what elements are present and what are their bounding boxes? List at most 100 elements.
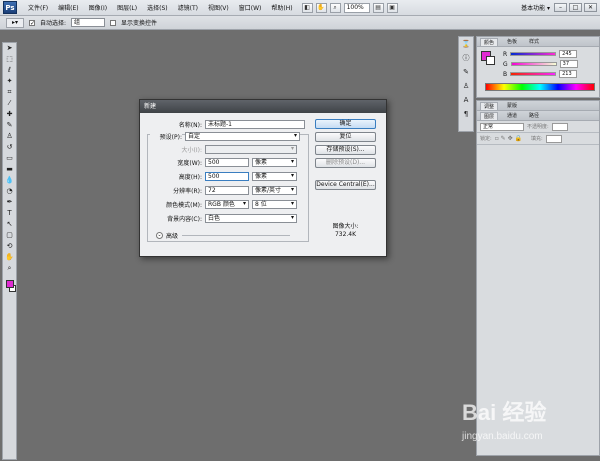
reset-button[interactable]: 复位 <box>315 132 376 142</box>
bit-depth-select[interactable]: 8 位 <box>252 200 297 209</box>
red-label: R <box>503 50 508 58</box>
paragraph-panel-icon[interactable]: ¶ <box>459 107 473 121</box>
menu-layer[interactable]: 图层(L) <box>112 3 142 12</box>
resolution-unit-select[interactable]: 像素/英寸 <box>252 186 297 195</box>
clone-stamp-tool-icon[interactable]: ♙ <box>3 131 16 142</box>
type-tool-icon[interactable]: T <box>3 208 16 219</box>
advanced-row: ⌄ 高级 <box>156 231 291 240</box>
crop-tool-icon[interactable]: ⌗ <box>3 87 16 98</box>
menu-select[interactable]: 选择(S) <box>142 3 173 12</box>
eraser-tool-icon[interactable]: ▭ <box>3 153 16 164</box>
blue-slider[interactable] <box>510 72 557 76</box>
menu-filter[interactable]: 滤镜(T) <box>173 3 203 12</box>
clone-source-panel-icon[interactable]: ♙ <box>459 79 473 93</box>
tab-masks[interactable]: 蒙版 <box>504 102 520 109</box>
brush-tool-icon[interactable]: ✎ <box>3 120 16 131</box>
width-unit-select[interactable]: 像素 <box>252 158 297 167</box>
color-mode-select[interactable]: RGB 颜色 <box>205 200 249 209</box>
green-value[interactable]: 37 <box>559 60 578 68</box>
healing-brush-tool-icon[interactable]: ✚ <box>3 109 16 120</box>
auto-select-dropdown[interactable]: 组 <box>71 18 106 27</box>
background-label: 背景内容(C): <box>167 216 202 223</box>
red-value[interactable]: 245 <box>559 50 578 58</box>
menu-help[interactable]: 帮助(H) <box>266 3 297 12</box>
blue-value[interactable]: 213 <box>559 70 578 78</box>
expand-advanced-icon[interactable]: ⌄ <box>156 232 163 239</box>
character-panel-icon[interactable]: A <box>459 93 473 107</box>
move-tool-preset-icon[interactable]: ▸▾ <box>6 17 24 28</box>
dialog-title: 新建 <box>140 100 386 113</box>
blur-tool-icon[interactable]: 💧 <box>3 175 16 186</box>
tab-styles[interactable]: 样式 <box>526 38 542 45</box>
background-select[interactable]: 白色 <box>205 214 297 223</box>
lasso-tool-icon[interactable]: ℓ <box>3 65 16 76</box>
auto-select-label: 自动选择: <box>40 20 67 27</box>
save-preset-button[interactable]: 存储预设(S)... <box>315 145 376 155</box>
history-panel-icon[interactable]: ⌛ <box>459 37 473 51</box>
arrange-documents-icon[interactable]: ▤ <box>372 2 384 13</box>
tools-panel: ➤ ⬚ ℓ ✦ ⌗ ⁄ ✚ ✎ ♙ ↺ ▭ ▬ 💧 ◔ ✒ T ↖ ▢ ⟲ ✋ … <box>2 42 17 460</box>
move-tool-icon[interactable]: ➤ <box>3 43 16 54</box>
blend-mode-row: 正常 不透明度: <box>477 121 599 133</box>
3d-rotate-tool-icon[interactable]: ⟲ <box>3 241 16 252</box>
marquee-tool-icon[interactable]: ⬚ <box>3 54 16 65</box>
eyedropper-tool-icon[interactable]: ⁄ <box>3 98 16 109</box>
tab-layers[interactable]: 图层 <box>480 111 499 120</box>
hand-tool-side-icon[interactable]: ✋ <box>3 252 16 263</box>
blend-mode-select[interactable]: 正常 <box>480 122 524 131</box>
menu-bar: Ps 文件(F) 编辑(E) 图像(I) 图层(L) 选择(S) 滤镜(T) 视… <box>0 0 600 16</box>
width-row: 宽度(W): 500 像素 <box>150 158 297 167</box>
launch-bridge-icon[interactable]: ◧ <box>301 2 313 13</box>
fill-input[interactable] <box>545 134 562 143</box>
window-controls: – □ ✕ <box>554 3 597 12</box>
tab-channels[interactable]: 通道 <box>504 112 520 119</box>
restore-button[interactable]: □ <box>569 3 582 12</box>
menu-image[interactable]: 图像(I) <box>84 3 112 12</box>
minimize-button[interactable]: – <box>554 3 567 12</box>
ok-button[interactable]: 确定 <box>315 119 376 129</box>
dodge-tool-icon[interactable]: ◔ <box>3 186 16 197</box>
tab-adjustments[interactable]: 调整 <box>480 101 499 110</box>
preset-select[interactable]: 自定 <box>185 132 300 141</box>
path-selection-tool-icon[interactable]: ↖ <box>3 219 16 230</box>
green-slider[interactable] <box>510 62 557 66</box>
height-input[interactable]: 500 <box>205 172 249 181</box>
zoom-tool-side-icon[interactable]: ⌕ <box>3 263 16 274</box>
menu-view[interactable]: 视图(V) <box>203 3 234 12</box>
menu-file[interactable]: 文件(F) <box>23 3 53 12</box>
panel-background-swatch[interactable] <box>486 56 495 65</box>
hand-tool-icon[interactable]: ✋ <box>315 2 327 13</box>
gradient-tool-icon[interactable]: ▬ <box>3 164 16 175</box>
zoom-level-select[interactable]: 100% <box>343 2 370 13</box>
brushes-panel-icon[interactable]: ✎ <box>459 65 473 79</box>
screen-mode-icon[interactable]: ▣ <box>386 2 398 13</box>
tab-paths[interactable]: 路径 <box>526 112 542 119</box>
tab-swatches[interactable]: 色板 <box>504 38 520 45</box>
height-unit-select[interactable]: 像素 <box>252 172 297 181</box>
device-central-button[interactable]: Device Central(E)... <box>315 180 376 190</box>
close-button[interactable]: ✕ <box>584 3 597 12</box>
size-label: 大小(I): <box>181 147 202 154</box>
menu-window[interactable]: 窗口(W) <box>234 3 267 12</box>
pen-tool-icon[interactable]: ✒ <box>3 197 16 208</box>
foreground-color-swatch[interactable] <box>6 280 14 288</box>
show-transform-checkbox[interactable] <box>110 19 117 26</box>
auto-select-checkbox[interactable] <box>29 19 35 26</box>
name-input[interactable]: 未标题-1 <box>205 120 305 129</box>
tab-color[interactable]: 颜色 <box>480 37 499 46</box>
width-input[interactable]: 500 <box>205 158 249 167</box>
info-panel-icon[interactable]: ⓘ <box>459 51 473 65</box>
lock-icons[interactable]: ▫ ✎ ✥ 🔒 <box>495 135 522 142</box>
magic-wand-tool-icon[interactable]: ✦ <box>3 76 16 87</box>
lock-label: 锁定: <box>480 136 492 142</box>
zoom-tool-icon[interactable]: ⌕ <box>329 2 341 13</box>
red-slider[interactable] <box>510 52 557 56</box>
baidu-watermark: Bai 经验 <box>462 400 547 425</box>
color-spectrum-ramp[interactable] <box>485 83 595 91</box>
opacity-input[interactable] <box>551 122 568 131</box>
workspace-switcher[interactable]: 基本功能 ▾ <box>521 3 550 12</box>
resolution-input[interactable]: 72 <box>205 186 249 195</box>
menu-edit[interactable]: 编辑(E) <box>53 3 83 12</box>
history-brush-tool-icon[interactable]: ↺ <box>3 142 16 153</box>
shape-tool-icon[interactable]: ▢ <box>3 230 16 241</box>
